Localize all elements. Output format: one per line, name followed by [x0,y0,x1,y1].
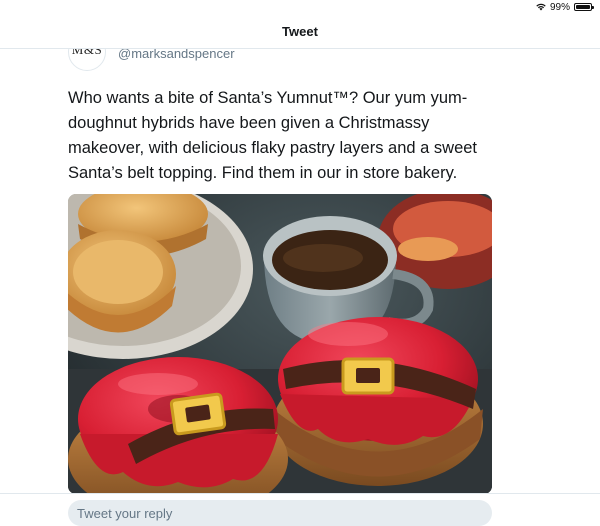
tweet-text: Who wants a bite of Santa’s Yumnut™? Our… [68,89,478,182]
avatar-logo-text: M&S [71,49,103,57]
tweet-media-image[interactable] [68,194,492,493]
battery-percentage: 99% [549,1,570,13]
battery-level [576,5,590,9]
page-title: Tweet [282,23,318,39]
author-handle[interactable]: @marksandspencer [118,49,235,71]
photo-santa-yumnuts [68,194,492,493]
avatar[interactable]: M&S [68,49,106,71]
status-bar: 99% [0,0,600,14]
battery-icon [574,3,594,11]
navigation-bar: Tweet [0,14,600,49]
reply-bar [0,493,600,526]
reply-input[interactable] [68,500,492,526]
tweet-author[interactable]: M&S @marksandspencer [68,49,235,71]
wifi-icon [536,3,546,11]
tweet-detail: M&S @marksandspencer Who wants a bite of… [0,49,600,493]
